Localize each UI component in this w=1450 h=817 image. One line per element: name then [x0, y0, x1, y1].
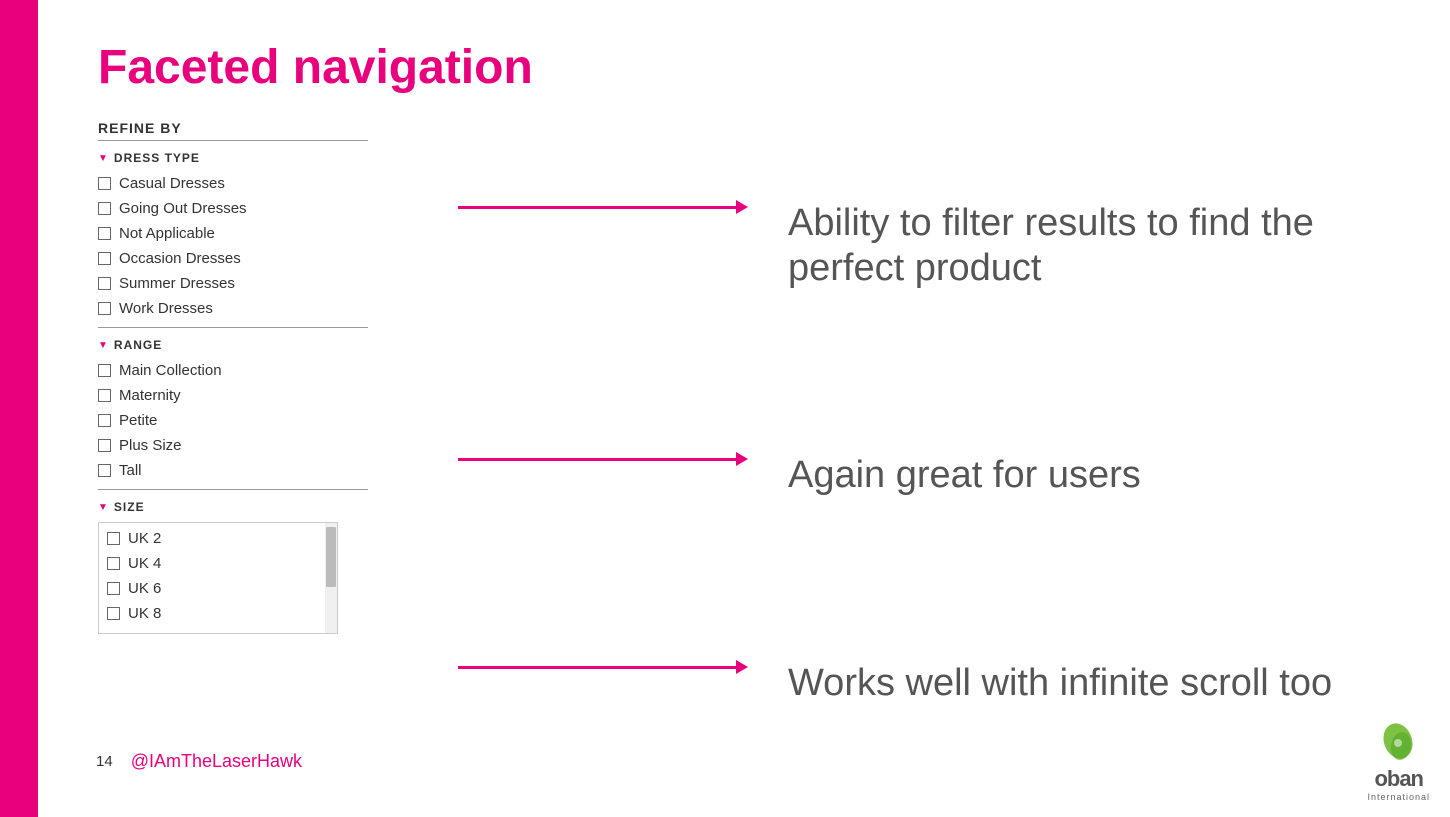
list-item[interactable]: UK 2 [99, 528, 337, 549]
checkbox-icon[interactable] [98, 202, 111, 215]
range-items: Main Collection Maternity Petite Plus Si… [98, 360, 478, 481]
filter-panel: REFINE BY ▼ DRESS TYPE Casual Dresses Go… [98, 120, 478, 634]
checkbox-icon[interactable] [107, 582, 120, 595]
list-item[interactable]: Main Collection [98, 360, 478, 381]
range-header: ▼ RANGE [98, 338, 478, 352]
annotation-1: Ability to filter results to find the pe… [458, 201, 1430, 292]
list-item[interactable]: Not Applicable [98, 223, 478, 244]
item-label: Maternity [119, 385, 181, 406]
checkbox-icon[interactable] [98, 252, 111, 265]
oban-logo: oban International [1367, 721, 1430, 802]
item-label: Going Out Dresses [119, 198, 247, 219]
item-label: Not Applicable [119, 223, 215, 244]
checkbox-icon[interactable] [107, 607, 120, 620]
size-divider [98, 489, 368, 490]
checkbox-icon[interactable] [98, 227, 111, 240]
checkbox-icon[interactable] [98, 177, 111, 190]
annotation-text-1: Ability to filter results to find the pe… [788, 201, 1368, 292]
checkbox-icon[interactable] [107, 557, 120, 570]
size-header: ▼ SIZE [98, 500, 478, 514]
list-item[interactable]: UK 4 [99, 553, 337, 574]
checkbox-icon[interactable] [98, 302, 111, 315]
list-item[interactable]: Casual Dresses [98, 173, 478, 194]
arrow-line-2 [458, 458, 738, 461]
item-label: Casual Dresses [119, 173, 225, 194]
checkbox-icon[interactable] [98, 277, 111, 290]
range-label: RANGE [114, 338, 162, 352]
twitter-handle: @IAmTheLaserHawk [131, 751, 302, 772]
footer: 14 @IAmTheLaserHawk oban International [76, 721, 1430, 802]
left-accent-bar [0, 0, 38, 817]
footer-left: 14 @IAmTheLaserHawk [76, 751, 302, 772]
checkbox-icon[interactable] [98, 464, 111, 477]
arrow-line-1 [458, 206, 738, 209]
list-item[interactable]: Work Dresses [98, 298, 478, 319]
item-label: UK 8 [128, 603, 161, 624]
item-label: Petite [119, 410, 157, 431]
annotation-text-3: Works well with infinite scroll too [788, 661, 1332, 707]
list-item[interactable]: UK 8 [99, 603, 337, 624]
item-label: Summer Dresses [119, 273, 235, 294]
list-item[interactable]: Summer Dresses [98, 273, 478, 294]
scrollbar-thumb[interactable] [326, 527, 336, 587]
dress-type-arrow-icon: ▼ [98, 153, 109, 164]
oban-text: oban [1374, 766, 1423, 792]
range-divider [98, 327, 368, 328]
dress-type-label: DRESS TYPE [114, 151, 200, 165]
item-label: UK 4 [128, 553, 161, 574]
scrollbar[interactable] [325, 523, 337, 633]
list-item[interactable]: UK 6 [99, 578, 337, 599]
list-item[interactable]: Tall [98, 460, 478, 481]
checkbox-icon[interactable] [98, 364, 111, 377]
checkbox-icon[interactable] [98, 414, 111, 427]
annotation-2: Again great for users [458, 453, 1430, 499]
range-arrow-icon: ▼ [98, 340, 109, 351]
list-item[interactable]: Petite [98, 410, 478, 431]
page-number: 14 [96, 753, 113, 770]
annotation-3: Works well with infinite scroll too [458, 661, 1430, 707]
item-label: UK 2 [128, 528, 161, 549]
checkbox-icon[interactable] [98, 389, 111, 402]
dress-type-items: Casual Dresses Going Out Dresses Not App… [98, 173, 478, 319]
item-label: Tall [119, 460, 142, 481]
list-item[interactable]: Occasion Dresses [98, 248, 478, 269]
item-label: Work Dresses [119, 298, 213, 319]
list-item[interactable]: Plus Size [98, 435, 478, 456]
list-item[interactable]: Going Out Dresses [98, 198, 478, 219]
checkbox-icon[interactable] [98, 439, 111, 452]
size-scrollable-box[interactable]: UK 2 UK 4 UK 6 UK 8 [98, 522, 338, 634]
annotation-text-2: Again great for users [788, 453, 1141, 499]
arrow-line-3 [458, 666, 738, 669]
size-label: SIZE [114, 500, 145, 514]
item-label: Occasion Dresses [119, 248, 241, 269]
oban-sub: International [1367, 792, 1430, 802]
size-arrow-icon: ▼ [98, 502, 109, 513]
item-label: Plus Size [119, 435, 182, 456]
list-item[interactable]: Maternity [98, 385, 478, 406]
slide-content: Faceted navigation REFINE BY ▼ DRESS TYP… [38, 0, 1450, 817]
refine-divider [98, 140, 368, 141]
refine-by-label: REFINE BY [98, 120, 478, 136]
annotations-wrapper: Ability to filter results to find the pe… [458, 130, 1430, 757]
checkbox-icon[interactable] [107, 532, 120, 545]
slide-title: Faceted navigation [98, 40, 1400, 95]
item-label: Main Collection [119, 360, 222, 381]
dress-type-header: ▼ DRESS TYPE [98, 151, 478, 165]
item-label: UK 6 [128, 578, 161, 599]
